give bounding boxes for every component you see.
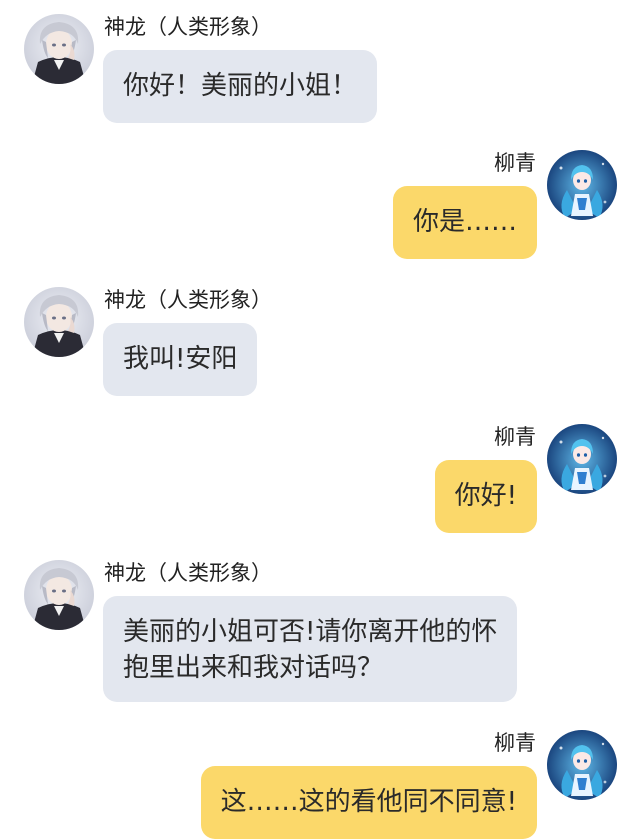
- sender-name: 柳青: [494, 731, 536, 755]
- message-text: 你是……: [412, 207, 517, 237]
- sender-avatar-shenlong[interactable]: [24, 14, 94, 84]
- blue-haired-girl-avatar-icon: [547, 730, 617, 800]
- sender-name: 神龙（人类形象）: [104, 15, 272, 39]
- message-text-line: 美丽的小姐可否!请你离开他的怀: [123, 617, 498, 647]
- sender-avatar-liuqing[interactable]: [547, 424, 617, 494]
- message-bubble-outgoing[interactable]: 你好!: [434, 460, 537, 533]
- message-bubble-incoming[interactable]: 美丽的小姐可否!请你离开他的怀 抱里出来和我对话吗？: [103, 596, 518, 702]
- message-text: 我叫!安阳: [123, 344, 238, 374]
- silver-haired-man-avatar-icon: [24, 14, 94, 84]
- sender-avatar-shenlong[interactable]: [24, 560, 94, 630]
- silver-haired-man-avatar-icon: [24, 560, 94, 630]
- message-bubble-incoming[interactable]: 我叫!安阳: [103, 323, 258, 396]
- message-text: 你好!: [454, 481, 517, 511]
- message-text: 这……这的看他同不同意!: [220, 787, 517, 817]
- sender-avatar-shenlong[interactable]: [24, 287, 94, 357]
- blue-haired-girl-avatar-icon: [547, 150, 617, 220]
- message-bubble-outgoing[interactable]: 这……这的看他同不同意!: [200, 766, 537, 839]
- blue-haired-girl-avatar-icon: [547, 424, 617, 494]
- chat-conversation: 神龙（人类形象） 你好！美丽的小姐！ 柳青 你是…… 神龙（人类形象） 我叫!安…: [0, 0, 640, 839]
- sender-name: 柳青: [494, 425, 536, 449]
- silver-haired-man-avatar-icon: [24, 287, 94, 357]
- message-bubble-incoming[interactable]: 你好！美丽的小姐！: [103, 50, 378, 123]
- sender-avatar-liuqing[interactable]: [547, 730, 617, 800]
- message-text-line: 抱里出来和我对话吗？: [123, 653, 384, 683]
- message-bubble-outgoing[interactable]: 你是……: [392, 186, 537, 259]
- sender-name: 神龙（人类形象）: [104, 288, 272, 312]
- sender-name: 神龙（人类形象）: [104, 561, 272, 585]
- sender-name: 柳青: [494, 151, 536, 175]
- message-text: 你好！美丽的小姐！: [123, 71, 358, 101]
- sender-avatar-liuqing[interactable]: [547, 150, 617, 220]
